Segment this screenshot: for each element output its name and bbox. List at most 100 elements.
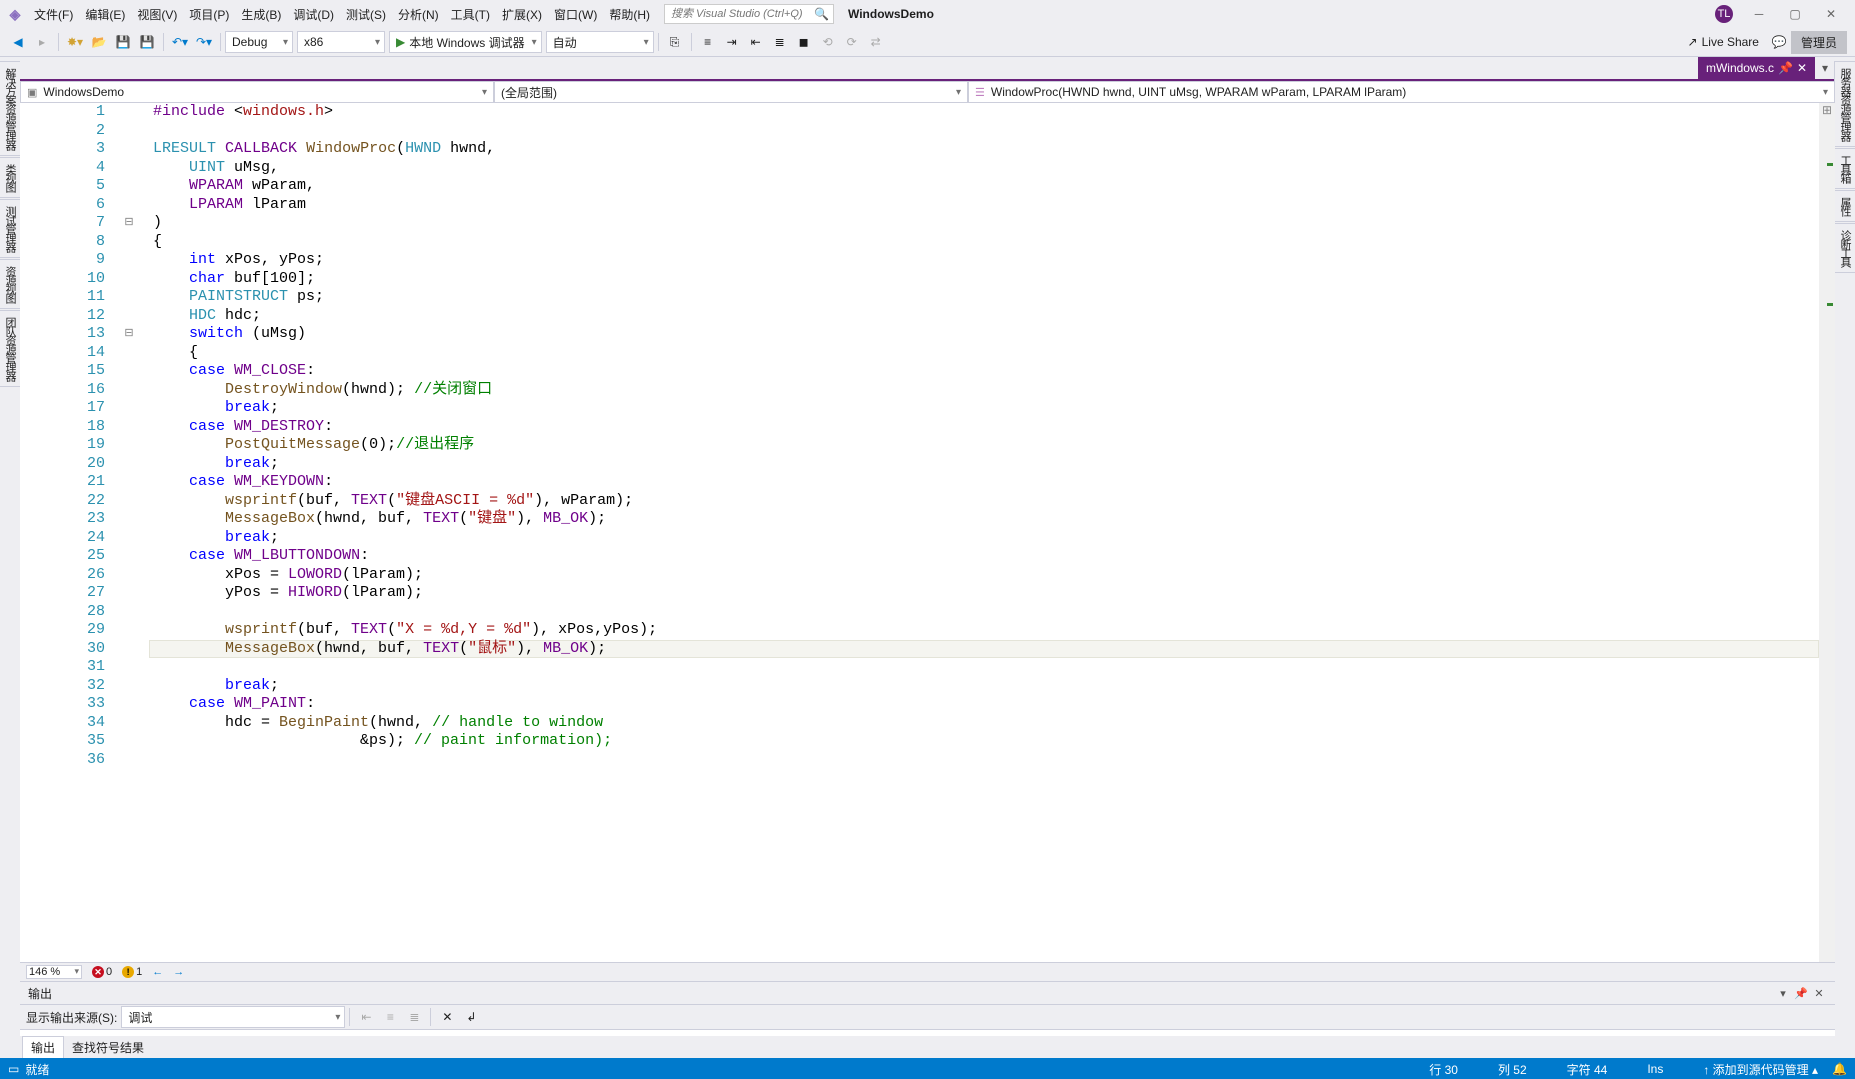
redo-button[interactable]: ↷▾ <box>193 31 215 53</box>
bottom-tab-output[interactable]: 输出 <box>22 1036 64 1058</box>
code-line-21[interactable]: 21 case WM_KEYDOWN: <box>20 473 1819 492</box>
code-line-12[interactable]: 12 HDC hdc; <box>20 307 1819 326</box>
left-tab-solution-explorer[interactable]: 解决方案资源管理器 <box>0 61 21 156</box>
start-debug-button[interactable]: ▶ 本地 Windows 调试器 <box>389 31 542 53</box>
undo-button[interactable]: ↶▾ <box>169 31 191 53</box>
admin-badge[interactable]: 管理员 <box>1791 31 1847 54</box>
code-line-3[interactable]: 3LRESULT CALLBACK WindowProc(HWND hwnd, <box>20 140 1819 159</box>
output-pin-button[interactable]: 📌 <box>1793 985 1809 1001</box>
pin-icon[interactable]: 📌 <box>1778 61 1793 75</box>
menu-help[interactable]: 帮助(H) <box>603 4 656 25</box>
nav-scope-dropdown[interactable]: (全局范围) <box>494 81 968 103</box>
code-line-10[interactable]: 10 char buf[100]; <box>20 270 1819 289</box>
left-tab-resource-view[interactable]: 资源视图 <box>0 259 21 309</box>
menu-window[interactable]: 窗口(W) <box>548 4 603 25</box>
menu-test[interactable]: 测试(S) <box>340 4 392 25</box>
right-tab-properties[interactable]: 属性 <box>1834 190 1855 222</box>
right-tab-server-explorer[interactable]: 服务器资源管理器 <box>1834 61 1855 147</box>
status-source-control[interactable]: ↑ 添加到源代码管理 ▴ <box>1703 1061 1818 1078</box>
menu-tools[interactable]: 工具(T) <box>445 4 496 25</box>
nav-member-dropdown[interactable]: ☰ WindowProc(HWND hwnd, UINT uMsg, WPARA… <box>968 81 1835 103</box>
tool-btn-8[interactable]: ⟳ <box>841 31 863 53</box>
code-line-35[interactable]: 35 &ps); // paint information); <box>20 732 1819 751</box>
feedback-button[interactable]: 💬 <box>1768 31 1790 53</box>
output-tool-2[interactable]: ≡ <box>379 1006 401 1028</box>
platform-dropdown[interactable]: x86 <box>297 31 385 53</box>
code-editor[interactable]: 1#include <windows.h>23LRESULT CALLBACK … <box>20 103 1835 962</box>
code-line-17[interactable]: 17 break; <box>20 399 1819 418</box>
code-line-27[interactable]: 27 yPos = HIWORD(lParam); <box>20 584 1819 603</box>
menu-debug[interactable]: 调试(D) <box>287 4 340 25</box>
menu-analyze[interactable]: 分析(N) <box>392 4 445 25</box>
code-line-4[interactable]: 4 UINT uMsg, <box>20 159 1819 178</box>
code-line-2[interactable]: 2 <box>20 122 1819 141</box>
fold-toggle[interactable]: ⊟ <box>119 325 139 344</box>
right-tab-toolbox[interactable]: 工具箱 <box>1834 148 1855 189</box>
code-line-8[interactable]: 8{ <box>20 233 1819 252</box>
tool-btn-3[interactable]: ⇥ <box>721 31 743 53</box>
output-tool-1[interactable]: ⇤ <box>355 1006 377 1028</box>
code-line-5[interactable]: 5 WPARAM wParam, <box>20 177 1819 196</box>
code-line-16[interactable]: 16 DestroyWindow(hwnd); //关闭窗口 <box>20 381 1819 400</box>
output-clear-button[interactable]: ✕ <box>436 1006 458 1028</box>
config-dropdown[interactable]: Debug <box>225 31 293 53</box>
tool-btn-9[interactable]: ⇄ <box>865 31 887 53</box>
tab-close-icon[interactable]: ✕ <box>1797 61 1807 75</box>
code-line-24[interactable]: 24 break; <box>20 529 1819 548</box>
auto-dropdown[interactable]: 自动 <box>546 31 654 53</box>
zoom-dropdown[interactable]: 146 % <box>26 965 82 979</box>
code-line-31[interactable]: 31 <box>20 658 1819 677</box>
quick-search-input[interactable] <box>669 7 829 21</box>
code-line-29[interactable]: 29 wsprintf(buf, TEXT("X = %d,Y = %d"), … <box>20 621 1819 640</box>
document-tab-mwindows[interactable]: mWindows.c 📌 ✕ <box>1698 57 1815 79</box>
left-tab-test-manager[interactable]: 测试管理器 <box>0 199 21 258</box>
tool-btn-2[interactable]: ≡ <box>697 31 719 53</box>
code-line-23[interactable]: 23 MessageBox(hwnd, buf, TEXT("键盘"), MB_… <box>20 510 1819 529</box>
tool-btn-7[interactable]: ⟲ <box>817 31 839 53</box>
split-icon[interactable]: ⊞ <box>1819 103 1835 117</box>
left-tab-team-explorer[interactable]: 团队资源管理器 <box>0 310 21 387</box>
nav-project-dropdown[interactable]: ▣ WindowsDemo <box>20 81 494 103</box>
error-count[interactable]: ✕ 0 <box>92 966 112 978</box>
output-tool-3[interactable]: ≣ <box>403 1006 425 1028</box>
code-line-34[interactable]: 34 hdc = BeginPaint(hwnd, // handle to w… <box>20 714 1819 733</box>
code-line-30[interactable]: 30 MessageBox(hwnd, buf, TEXT("鼠标"), MB_… <box>20 640 1819 659</box>
tool-btn-6[interactable]: ◼ <box>793 31 815 53</box>
minimize-button[interactable]: ─ <box>1741 2 1777 26</box>
overview-ruler[interactable]: ⊞ <box>1819 103 1835 962</box>
new-item-button[interactable]: ✸▾ <box>64 31 86 53</box>
warning-count[interactable]: ! 1 <box>122 966 142 978</box>
code-line-28[interactable]: 28 <box>20 603 1819 622</box>
code-line-15[interactable]: 15 case WM_CLOSE: <box>20 362 1819 381</box>
menu-view[interactable]: 视图(V) <box>131 4 183 25</box>
nav-back-button[interactable]: ◀ <box>7 31 29 53</box>
code-line-18[interactable]: 18 case WM_DESTROY: <box>20 418 1819 437</box>
nav-forward-button[interactable]: ▸ <box>31 31 53 53</box>
right-tab-diagnostics[interactable]: 诊断工具 <box>1834 223 1855 273</box>
output-wrap-button[interactable]: ↲ <box>460 1006 482 1028</box>
code-line-11[interactable]: 11 PAINTSTRUCT ps; <box>20 288 1819 307</box>
live-share-button[interactable]: ↗ Live Share <box>1688 35 1759 49</box>
menu-extensions[interactable]: 扩展(X) <box>496 4 548 25</box>
code-line-26[interactable]: 26 xPos = LOWORD(lParam); <box>20 566 1819 585</box>
maximize-button[interactable]: ▢ <box>1777 2 1813 26</box>
output-dropdown-button[interactable]: ▾ <box>1775 985 1791 1001</box>
prev-issue-button[interactable]: ← <box>152 966 163 978</box>
menu-project[interactable]: 项目(P) <box>183 4 235 25</box>
left-tab-class-view[interactable]: 类视图 <box>0 157 21 198</box>
code-line-7[interactable]: 7⊟) <box>20 214 1819 233</box>
open-file-button[interactable]: 📂 <box>88 31 110 53</box>
code-line-6[interactable]: 6 LPARAM lParam <box>20 196 1819 215</box>
code-line-36[interactable]: 36 <box>20 751 1819 770</box>
save-all-button[interactable]: 💾 <box>136 31 158 53</box>
tab-list-button[interactable]: ▾ <box>1815 57 1835 79</box>
close-button[interactable]: ✕ <box>1813 2 1849 26</box>
menu-edit[interactable]: 编辑(E) <box>79 4 131 25</box>
code-line-32[interactable]: 32 break; <box>20 677 1819 696</box>
save-button[interactable]: 💾 <box>112 31 134 53</box>
fold-toggle[interactable]: ⊟ <box>119 214 139 233</box>
menu-file[interactable]: 文件(F) <box>28 4 79 25</box>
tool-btn-1[interactable]: ⎘ <box>664 31 686 53</box>
output-source-dropdown[interactable]: 调试 <box>121 1006 345 1028</box>
menu-build[interactable]: 生成(B) <box>235 4 287 25</box>
